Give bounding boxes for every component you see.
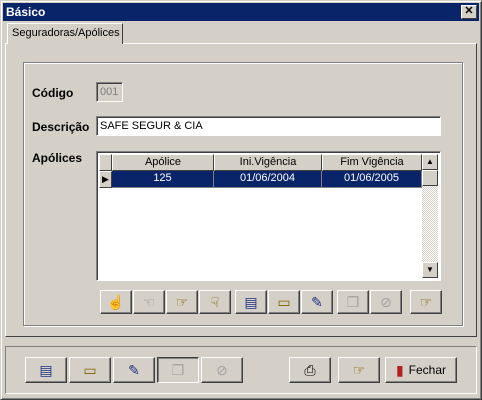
codigo-field: 001 (96, 82, 123, 102)
descricao-field[interactable]: SAFE SEGUR & CIA (96, 116, 441, 136)
printer-icon: ⎙ (304, 361, 316, 378)
door-icon: ▮ (395, 361, 404, 378)
hand-left-icon: ☜ (142, 293, 156, 310)
exit-grid-button[interactable]: ☞ (410, 290, 442, 314)
print-button[interactable]: ⎙ (289, 357, 331, 383)
main-window: Básico ✕ Seguradoras/Apólices Código 001… (0, 0, 482, 400)
move-prev-button[interactable]: ☜ (133, 290, 165, 314)
cell-apolice[interactable]: 125 (112, 171, 214, 188)
scroll-down-button[interactable]: ▼ (422, 262, 438, 278)
move-first-button[interactable]: ☝ (100, 290, 132, 314)
open-record-button[interactable]: ▭ (69, 357, 111, 383)
title-bar: Básico ✕ (3, 3, 479, 21)
edit-record-button[interactable]: ✎ (113, 357, 155, 383)
move-next-button[interactable]: ☞ (166, 290, 198, 314)
grid-corner (99, 154, 112, 171)
open-folder-icon: ▭ (277, 293, 291, 310)
new-button[interactable]: ▤ (235, 290, 267, 314)
window-title: Básico (6, 5, 46, 19)
column-header-fim-vigencia[interactable]: Fim Vigência (322, 154, 422, 171)
tab-label: Seguradoras/Apólices (12, 27, 120, 39)
column-header-apolice[interactable]: Apólice (112, 154, 214, 171)
cell-fim-vigencia[interactable]: 01/06/2005 (322, 171, 422, 188)
apolices-label: Apólices (32, 151, 83, 165)
fechar-label: Fechar (408, 363, 447, 377)
copy-record-icon: ❐ (171, 361, 185, 378)
hand-right-icon: ☞ (175, 293, 189, 310)
table-row[interactable]: ▶ 125 01/06/2004 01/06/2005 (99, 171, 422, 188)
cancel-button[interactable]: ⊘ (370, 290, 402, 314)
open-folder-icon: ▭ (83, 361, 97, 378)
edit-record-icon: ✎ (128, 361, 140, 378)
cancel-icon: ⊘ (216, 361, 228, 378)
descricao-label: Descrição (32, 120, 90, 134)
new-record-icon: ▤ (39, 361, 53, 378)
cell-ini-vigencia[interactable]: 01/06/2004 (214, 171, 322, 188)
edit-button[interactable]: ✎ (301, 290, 333, 314)
copy-record-button[interactable]: ❐ (157, 357, 199, 383)
new-record-icon: ▤ (244, 293, 258, 310)
scroll-up-button[interactable]: ▲ (422, 154, 438, 170)
cancel-record-button[interactable]: ⊘ (201, 357, 243, 383)
column-header-ini-vigencia[interactable]: Ini.Vigência (214, 154, 322, 171)
exit-icon: ☞ (352, 361, 366, 378)
exit-button[interactable]: ☞ (338, 357, 380, 383)
close-icon: ✕ (464, 5, 474, 17)
fechar-button[interactable]: ▮ Fechar (385, 357, 457, 383)
hand-up-icon: ☝ (107, 293, 125, 310)
edit-record-icon: ✎ (311, 293, 323, 310)
cancel-icon: ⊘ (380, 293, 392, 310)
grid-scrollbar[interactable]: ▲ ▼ (422, 154, 438, 278)
codigo-label: Código (32, 86, 74, 100)
new-record-button[interactable]: ▤ (25, 357, 67, 383)
hand-down-icon: ☟ (210, 293, 220, 310)
scroll-thumb[interactable] (422, 170, 438, 186)
close-button[interactable]: ✕ (461, 5, 477, 19)
apolices-grid[interactable]: Apólice Ini.Vigência Fim Vigência ▶ 125 … (96, 151, 441, 281)
copy-record-icon: ❐ (346, 293, 360, 310)
tab-seguradoras-apolices[interactable]: Seguradoras/Apólices (7, 23, 123, 44)
move-last-button[interactable]: ☟ (199, 290, 231, 314)
open-button[interactable]: ▭ (268, 290, 300, 314)
grid-header: Apólice Ini.Vigência Fim Vigência (99, 154, 422, 171)
exit-icon: ☞ (419, 293, 433, 310)
copy-button[interactable]: ❐ (337, 290, 369, 314)
row-indicator-icon: ▶ (99, 171, 112, 188)
